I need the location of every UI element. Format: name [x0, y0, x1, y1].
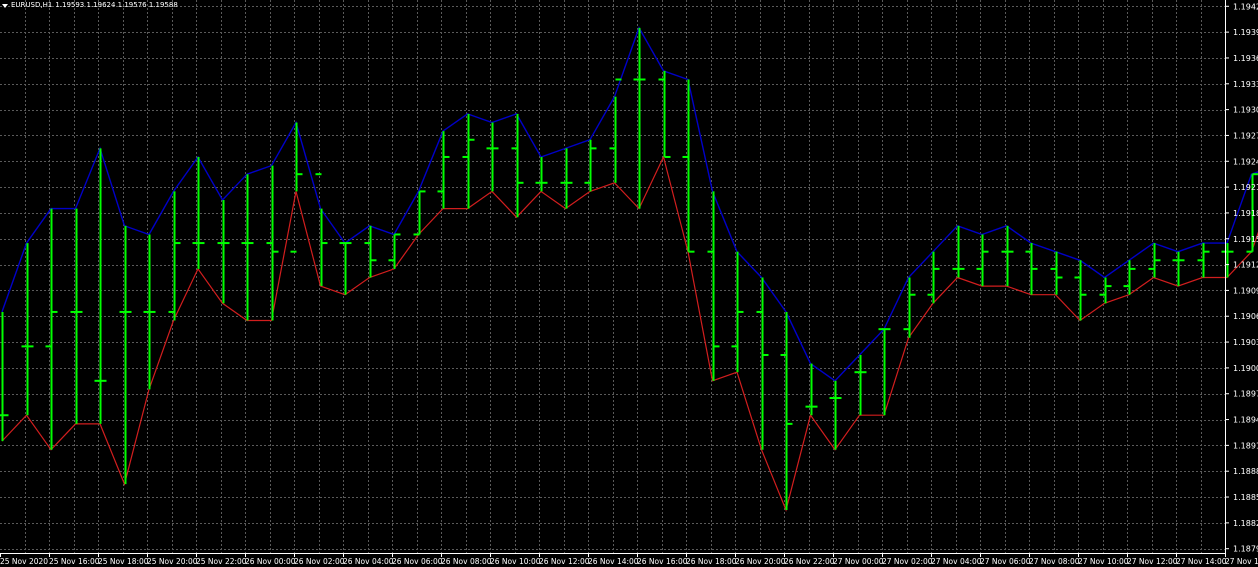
ohlc-bar [1197, 243, 1210, 278]
ohlc-bar [0, 311, 9, 442]
ohlc-bar [437, 131, 450, 209]
y-tick-label: 1.19365 [1233, 54, 1258, 63]
ohlc-bar [707, 191, 720, 381]
ohlc-bar [388, 233, 401, 269]
x-tick-label: 26 Nov 22:00 [784, 557, 835, 566]
ohlc-bar [1001, 225, 1014, 287]
chart-canvas[interactable]: 1.19425 1.19395 1.19365 1.19335 1.19305 1.192… [0, 0, 1258, 567]
ohlc-bar [976, 234, 989, 287]
y-tick-label: 1.19275 [1233, 131, 1258, 140]
x-tick-label: 25 Nov 22:00 [196, 557, 247, 566]
chevron-down-icon[interactable] [2, 3, 8, 8]
y-tick-label: 1.19425 [1233, 2, 1258, 11]
x-tick-label: 26 Nov 18:00 [686, 557, 737, 566]
y-tick-label: 1.18885 [1233, 467, 1258, 476]
x-tick-label: 26 Nov 04:00 [343, 557, 394, 566]
ohlc-bar [168, 191, 181, 321]
ohlc-bar [1148, 243, 1161, 278]
y-tick-label: 1.19125 [1233, 261, 1258, 270]
symbol-label: EURUSD,H1 [11, 1, 53, 9]
ohlc-bar [584, 139, 597, 192]
y-tick-label: 1.19005 [1233, 364, 1258, 373]
ohlc-bar [1172, 251, 1185, 287]
y-tick-label: 1.19245 [1233, 157, 1258, 166]
ohlc-bar [511, 113, 524, 218]
ohlc-bar [829, 380, 842, 450]
x-tick-label: 27 Nov 08:00 [1029, 557, 1080, 566]
grid-layer [0, 0, 1225, 553]
ohlc-bar [94, 148, 107, 424]
ohlc-bar [682, 79, 695, 253]
ohlc-bar [241, 174, 254, 321]
ohlc-bar [486, 122, 499, 192]
ohlc-bar [339, 242, 352, 295]
ohlc-bar [927, 251, 940, 304]
x-tick-label: 25 Nov 18:00 [98, 557, 149, 566]
ohlc-bar [903, 277, 916, 338]
ohlc-bar [315, 173, 328, 287]
ohlc-bar [1025, 243, 1038, 295]
y-tick-label: 1.18795 [1233, 545, 1258, 554]
y-tick-label: 1.18825 [1233, 519, 1258, 528]
x-tick-label: 26 Nov 14:00 [588, 557, 639, 566]
y-tick-label: 1.19305 [1233, 106, 1258, 115]
ohlc-bar [1050, 251, 1063, 295]
chart-title[interactable]: EURUSD,H1 1.19593 1.19624 1.19576 1.1958… [2, 0, 178, 11]
ohlc-bar [143, 234, 156, 390]
x-tick-label: 27 Nov 06:00 [980, 557, 1031, 566]
y-tick-label: 1.19155 [1233, 235, 1258, 244]
y-tick-label: 1.18855 [1233, 493, 1258, 502]
x-tick-label: 26 Nov 00:00 [245, 557, 296, 566]
y-tick-label: 1.18975 [1233, 390, 1258, 399]
y-tick-label: 1.19065 [1233, 312, 1258, 321]
ohlc-bar [633, 27, 646, 209]
ohlc-bar [560, 148, 573, 209]
x-tick-label: 27 Nov 10:00 [1078, 557, 1129, 566]
x-tick-label: 26 Nov 02:00 [294, 557, 345, 566]
y-tick-label: 1.19395 [1233, 28, 1258, 37]
x-tick-label: 27 Nov 02:00 [882, 557, 933, 566]
x-tick-label: 26 Nov 08:00 [441, 557, 492, 566]
ohlc-bar [364, 225, 377, 278]
ohlc-bar [192, 156, 205, 269]
y-tick-label: 1.19215 [1233, 183, 1258, 192]
ohlc-label: 1.19593 1.19624 1.19576 1.19588 [55, 1, 178, 9]
ohlc-bar [731, 251, 744, 373]
x-tick-label: 27 Nov 14:00 [1176, 557, 1227, 566]
x-tick-label: 25 Nov 16:00 [49, 557, 100, 566]
ohlc-bar [535, 156, 548, 192]
y-tick-label: 1.18915 [1233, 441, 1258, 450]
y-tick-label: 1.19095 [1233, 286, 1258, 295]
ohlc-bar [266, 165, 279, 321]
y-tick-label: 1.19185 [1233, 209, 1258, 218]
ohlc-bar [217, 200, 230, 304]
chart-window[interactable]: 1.19425 1.19395 1.19365 1.19335 1.19305 1.192… [0, 0, 1258, 567]
x-tick-label: 27 Nov 04:00 [931, 557, 982, 566]
x-tick-label: 27 Nov 16:00 [1225, 557, 1258, 566]
ohlc-bar [952, 225, 965, 278]
x-tick-label: 26 Nov 10:00 [490, 557, 541, 566]
y-tick-label: 1.19035 [1233, 338, 1258, 347]
low-line-series [1, 155, 1258, 512]
x-tick-label: 27 Nov 12:00 [1127, 557, 1178, 566]
ohlc-bar [45, 208, 58, 450]
ohlc-bar [805, 363, 818, 416]
x-tick-label: 27 Nov 00:00 [833, 557, 884, 566]
x-tick-label: 25 Nov 20:00 [147, 557, 198, 566]
y-tick-label: 1.18945 [1233, 416, 1258, 425]
x-tick-label: 25 Nov 2020 [0, 557, 48, 566]
y-tick-label: 1.19335 [1233, 80, 1258, 89]
ohlc-bar [756, 277, 769, 450]
ohlc-bar [854, 354, 867, 416]
x-tick-label: 26 Nov 12:00 [539, 557, 590, 566]
x-tick-label: 26 Nov 06:00 [392, 557, 443, 566]
ohlc-bar [780, 311, 793, 510]
indicator-lines [1, 26, 1258, 512]
ohlc-bar [21, 243, 34, 416]
ohlc-bar [658, 70, 671, 158]
x-tick-label: 26 Nov 20:00 [735, 557, 786, 566]
x-tick-label: 26 Nov 16:00 [637, 557, 688, 566]
